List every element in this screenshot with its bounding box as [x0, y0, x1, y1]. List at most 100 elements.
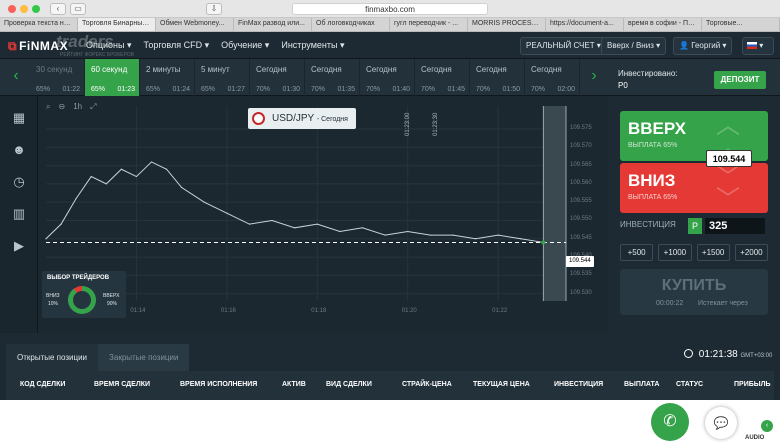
sidebar-toggle-icon[interactable]: ▭	[70, 3, 86, 15]
column-header[interactable]: КОД СДЕЛКИ	[20, 381, 65, 388]
traders-choice-widget: ВЫБОР ТРЕЙДЕРОВ ВНИЗ 10% ВВЕРХ 90%	[42, 271, 126, 318]
expiry-payout: 70%	[476, 86, 491, 93]
current-price-marker: 109.544	[566, 256, 594, 267]
column-header[interactable]: ВЫПЛАТА	[624, 381, 659, 388]
prev-expiry-icon[interactable]: ‹	[4, 67, 28, 85]
browser-tab[interactable]: https://document-a...	[546, 18, 624, 31]
expiry-option-9[interactable]: Сегодня 70% 02:00	[525, 59, 580, 96]
expiry-details: 70% 01:45	[421, 86, 465, 93]
price-point	[452, 234, 454, 236]
buy-expiry-note: Истекает через	[698, 300, 748, 307]
expiry-time: 01:22	[62, 86, 80, 93]
invested-value: Р0	[618, 81, 628, 90]
column-header[interactable]: ТЕКУЩАЯ ЦЕНА	[473, 381, 530, 388]
collapse-arrow-icon[interactable]: ‹	[761, 420, 773, 432]
column-header[interactable]: ВРЕМЯ СДЕЛКИ	[94, 381, 150, 388]
browser-tab[interactable]: FinMax развод или...	[234, 18, 312, 31]
expiry-details: 65% 01:27	[201, 86, 245, 93]
column-header[interactable]: АКТИВ	[282, 381, 306, 388]
play-video-icon[interactable]: ▶	[11, 238, 27, 254]
tab-open-positions[interactable]: Открытые позиции	[6, 344, 99, 371]
menu-tools[interactable]: Инструменты ▾	[281, 40, 344, 51]
x-tick-label: 01:14	[130, 308, 146, 314]
account-select[interactable]: РЕАЛЬНЫЙ СЧЕТ ▾	[520, 37, 607, 55]
put-down-button[interactable]: ВНИЗ ВЫПЛАТА 65% ﹀ ﹀	[620, 163, 768, 213]
browser-tab[interactable]: Проверка текста на...	[0, 18, 78, 31]
menu-options[interactable]: Опционы ▾	[86, 40, 132, 51]
expiry-option-5[interactable]: Сегодня 70% 01:35	[305, 59, 360, 96]
x-tick-label: 01:16	[220, 308, 236, 314]
preset-2000-button[interactable]: +2000	[734, 244, 768, 261]
expiry-option-4[interactable]: Сегодня 70% 01:30	[250, 59, 305, 96]
column-header[interactable]: СТАТУС	[676, 381, 703, 388]
price-point	[248, 223, 251, 225]
next-expiry-icon[interactable]: ›	[582, 67, 606, 85]
price-point	[520, 238, 522, 240]
browser-tab[interactable]: Торговые...	[702, 18, 780, 31]
expiry-mark-2: 01:23:30	[433, 112, 439, 136]
column-header[interactable]: ИНВЕСТИЦИЯ	[554, 381, 603, 388]
column-header[interactable]: СТРАЙК-ЦЕНА	[402, 381, 452, 388]
column-header[interactable]: ПРИБЫЛЬ	[734, 381, 771, 388]
preset-1000-button[interactable]: +1000	[658, 244, 692, 261]
expiry-label: 2 минуты	[146, 65, 181, 74]
column-header[interactable]: ВРЕМЯ ИСПОЛНЕНИЯ	[180, 381, 257, 388]
bar-chart-icon[interactable]: ▥	[11, 206, 27, 222]
y-tick-label: 109.575	[570, 124, 592, 131]
expiry-option-0[interactable]: 30 секунд 65% 01:22	[30, 59, 85, 96]
price-point	[384, 234, 386, 236]
preset-1500-button[interactable]: +1500	[696, 244, 730, 261]
expiry-option-8[interactable]: Сегодня 70% 01:50	[470, 59, 525, 96]
close-window-icon[interactable]	[8, 5, 16, 13]
asset-name: USD/JPY	[272, 113, 315, 124]
mode-select[interactable]: Вверх / Вниз ▾	[601, 37, 667, 55]
expiry-option-7[interactable]: Сегодня 70% 01:45	[415, 59, 470, 96]
address-bar[interactable]: finmaxbo.com	[292, 3, 488, 15]
deposit-button[interactable]: ДЕПОЗИТ	[714, 71, 766, 89]
expiry-label: Сегодня	[476, 65, 507, 74]
expiry-option-1[interactable]: 60 секунд 65% 01:23	[85, 59, 140, 96]
asset-selector[interactable]: USD/JPY - Сегодня	[248, 108, 356, 129]
browser-tab[interactable]: Обмен Webmoney...	[156, 18, 234, 31]
column-header[interactable]: ВИД СДЕЛКИ	[326, 381, 372, 388]
buy-label: КУПИТЬ	[661, 277, 727, 294]
browser-tab[interactable]: гугл переводчик - ...	[390, 18, 468, 31]
expiry-option-2[interactable]: 2 минуты 65% 01:24	[140, 59, 195, 96]
expiry-label: 5 минут	[201, 65, 230, 74]
user-icon: 👤	[679, 41, 692, 50]
back-icon[interactable]: ‹	[50, 3, 66, 15]
y-tick-label: 109.560	[570, 179, 592, 186]
expiry-option-6[interactable]: Сегодня 70% 01:40	[360, 59, 415, 96]
phone-call-button[interactable]: ✆	[651, 403, 689, 441]
expiry-time: 01:35	[337, 86, 355, 93]
menu-education[interactable]: Обучение ▾	[221, 40, 269, 51]
user-menu[interactable]: 👤 Георгий ▾	[673, 37, 733, 55]
investment-amount-input[interactable]: 325	[705, 218, 765, 234]
history-clock-icon[interactable]: ◷	[11, 174, 27, 190]
maximize-window-icon[interactable]	[32, 5, 40, 13]
preset-500-button[interactable]: +500	[620, 244, 654, 261]
x-tick-label: 01:22	[492, 308, 508, 314]
browser-tab[interactable]: MORRIS PROCESSI...	[468, 18, 546, 31]
watermark-subtitle: РЕЙТИНГ ФОРЕКС БРОКЕРОВ	[60, 52, 134, 58]
price-chart[interactable]: ⌕ ⊖ 1h ⤢ USD/JPY - Сегодня 01:23:00 01:2…	[38, 96, 608, 333]
tab-closed-positions[interactable]: Закрытые позиции	[98, 344, 190, 371]
social-traders-icon[interactable]: ☻	[11, 142, 27, 158]
buy-button[interactable]: КУПИТЬ 00:00:22 Истекает через	[620, 269, 768, 315]
download-icon[interactable]: ⇩	[206, 3, 222, 15]
chat-button[interactable]: 💬	[705, 407, 737, 439]
calculator-icon[interactable]: ▦	[11, 110, 27, 126]
browser-tab[interactable]: Об логовкодчиках	[312, 18, 390, 31]
clock-timezone: GMT+03:00	[740, 353, 773, 359]
y-tick-label: 109.570	[570, 143, 592, 150]
chevron-down-icon: ﹀ ﹀	[716, 164, 740, 213]
down-payout: ВЫПЛАТА 65%	[628, 194, 678, 201]
language-select[interactable]: ▾	[742, 37, 774, 55]
expiry-time: 01:40	[392, 86, 410, 93]
traders-up-pct: 90%	[107, 301, 118, 307]
browser-tab[interactable]: время в софии - Пог...	[624, 18, 702, 31]
minimize-window-icon[interactable]	[20, 5, 28, 13]
browser-tab-active[interactable]: Торговля Бинарным...	[78, 18, 156, 31]
expiry-option-3[interactable]: 5 минут 65% 01:27	[195, 59, 250, 96]
menu-cfd[interactable]: Торговля CFD ▾	[144, 40, 210, 51]
